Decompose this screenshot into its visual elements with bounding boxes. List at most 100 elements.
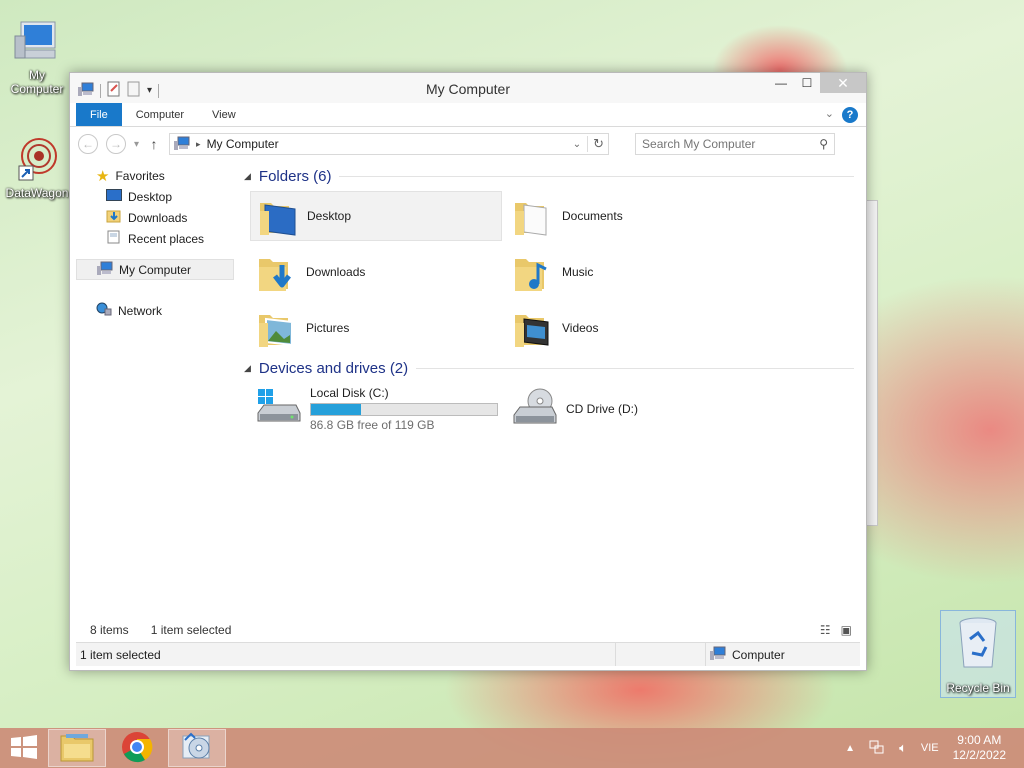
- taskbar-media-app[interactable]: [168, 729, 226, 767]
- explorer-window: ▾ My Computer — ☐ ✕ File Computer View ⌄…: [69, 72, 867, 671]
- drive-info: Local Disk (C:) 86.8 GB free of 119 GB: [310, 386, 498, 432]
- collapse-triangle-icon[interactable]: ◢: [244, 171, 251, 182]
- pictures-folder-icon: [256, 307, 298, 349]
- folder-music[interactable]: Music: [506, 247, 758, 297]
- computer-small-icon: [97, 261, 113, 278]
- clock[interactable]: 9:00 AM 12/2/2022: [953, 733, 1006, 763]
- desktop-icon-recycle-bin[interactable]: Recycle Bin: [940, 610, 1016, 698]
- media-disc-icon: [181, 732, 213, 765]
- window-controls: — ☐ ✕: [768, 73, 866, 93]
- address-bar[interactable]: ▸ My Computer ⌄ ↻: [169, 133, 610, 155]
- nav-label: Network: [118, 303, 163, 318]
- hard-drive-icon: [256, 387, 302, 432]
- folder-label: Documents: [562, 209, 623, 223]
- back-button[interactable]: ←: [78, 134, 98, 154]
- breadcrumb-separator-icon[interactable]: ▸: [196, 139, 201, 150]
- window-title: My Computer: [425, 81, 511, 97]
- selection-count: 1 item selected: [150, 623, 232, 637]
- folders-grid: Desktop Documents Downloads Music Pictur…: [240, 191, 860, 353]
- item-count: 8 items: [90, 623, 129, 637]
- star-icon: ★: [96, 167, 110, 185]
- drive-usage-bar: [310, 403, 498, 416]
- nav-recent-places[interactable]: Recent places: [76, 228, 234, 249]
- start-button[interactable]: [0, 728, 48, 768]
- help-icon[interactable]: ?: [842, 107, 858, 123]
- details-view-icon[interactable]: ☷: [820, 623, 831, 637]
- computer-small-icon: [174, 136, 190, 153]
- ribbon-tabs: File Computer View ⌄ ?: [70, 103, 866, 127]
- drive-cd-d[interactable]: CD Drive (D:): [506, 383, 758, 435]
- tab-view[interactable]: View: [198, 103, 250, 126]
- nav-downloads[interactable]: Downloads: [76, 207, 234, 228]
- nav-label: Recent places: [128, 231, 205, 246]
- volume-icon[interactable]: 🔈︎: [899, 740, 907, 756]
- details-spacer: [616, 643, 706, 666]
- details-location: Computer: [706, 646, 785, 663]
- breadcrumb-my-computer[interactable]: My Computer: [207, 137, 279, 151]
- search-input[interactable]: [642, 137, 820, 151]
- title-bar[interactable]: ▾ My Computer — ☐ ✕: [70, 73, 866, 103]
- group-title: Folders (6): [258, 167, 332, 185]
- close-button[interactable]: ✕: [820, 73, 866, 93]
- up-button[interactable]: ↑: [147, 136, 161, 152]
- refresh-button[interactable]: ↻: [587, 136, 604, 152]
- forward-button[interactable]: →: [106, 134, 126, 154]
- folder-desktop[interactable]: Desktop: [250, 191, 502, 241]
- clock-time: 9:00 AM: [957, 733, 1002, 747]
- music-folder-icon: [512, 251, 554, 293]
- folder-videos[interactable]: Videos: [506, 303, 758, 353]
- downloads-small-icon: [106, 209, 122, 226]
- collapse-triangle-icon[interactable]: ◢: [244, 363, 251, 374]
- folder-label: Desktop: [307, 209, 352, 223]
- show-hidden-icons-icon[interactable]: ▲: [845, 743, 855, 754]
- tab-computer[interactable]: Computer: [122, 103, 198, 126]
- search-box[interactable]: ⚲: [635, 133, 836, 155]
- computer-icon: [13, 18, 61, 66]
- location-label: Computer: [732, 647, 785, 662]
- nav-my-computer[interactable]: My Computer: [76, 259, 234, 280]
- group-divider: [339, 175, 854, 177]
- desktop-icon-datawagon[interactable]: DataWagon: [2, 136, 72, 200]
- folders-group-header[interactable]: ◢ Folders (6): [240, 165, 860, 187]
- windows-logo-icon: [10, 734, 38, 762]
- system-tray: ▲ 🔈︎ VIE 9:00 AM 12/2/2022: [845, 728, 1024, 768]
- nav-favorites[interactable]: ★ Favorites: [76, 165, 234, 186]
- address-dropdown-chevron-icon[interactable]: ⌄: [573, 139, 581, 150]
- devices-group-header[interactable]: ◢ Devices and drives (2): [240, 357, 860, 379]
- status-row: 8 items 1 item selected ☷ ▣: [76, 620, 860, 640]
- drive-local-disk-c[interactable]: Local Disk (C:) 86.8 GB free of 119 GB: [250, 383, 502, 435]
- language-indicator[interactable]: VIE: [921, 742, 939, 754]
- drive-name: Local Disk (C:): [310, 386, 389, 400]
- maximize-button[interactable]: ☐: [794, 73, 820, 93]
- taskbar: ▲ 🔈︎ VIE 9:00 AM 12/2/2022: [0, 728, 1024, 768]
- network-icon: [96, 302, 112, 319]
- taskbar-file-explorer[interactable]: [48, 729, 106, 767]
- recycle-bin-icon: [954, 615, 1002, 668]
- minimize-button[interactable]: —: [768, 73, 794, 93]
- folder-pictures[interactable]: Pictures: [250, 303, 502, 353]
- folder-downloads[interactable]: Downloads: [250, 247, 502, 297]
- large-icons-view-icon[interactable]: ▣: [841, 623, 852, 637]
- taskbar-chrome[interactable]: [108, 729, 166, 767]
- expand-ribbon-chevron-icon[interactable]: ⌄: [825, 107, 834, 120]
- recent-locations-chevron-icon[interactable]: ▾: [134, 139, 139, 150]
- nav-desktop[interactable]: Desktop: [76, 186, 234, 207]
- content-pane: ◢ Folders (6) Desktop Documents Download…: [240, 165, 860, 625]
- computer-small-icon: [710, 646, 726, 663]
- folder-documents[interactable]: Documents: [506, 191, 758, 241]
- navigation-pane: ★ Favorites Desktop Downloads Recent pla…: [76, 165, 234, 625]
- drive-usage-fill: [311, 404, 362, 415]
- search-icon[interactable]: ⚲: [819, 137, 828, 151]
- desktop-icon-my-computer[interactable]: My Computer: [2, 18, 72, 96]
- tab-file[interactable]: File: [76, 103, 122, 126]
- downloads-folder-icon: [256, 251, 298, 293]
- network-tray-icon[interactable]: [869, 740, 885, 757]
- view-switcher: ☷ ▣: [820, 623, 852, 637]
- clock-date: 12/2/2022: [952, 748, 1006, 762]
- documents-folder-icon: [512, 195, 554, 237]
- desktop-icon-label: DataWagon: [5, 186, 69, 200]
- desktop-folder-icon: [257, 195, 299, 237]
- datawagon-icon: [13, 136, 61, 184]
- nav-network[interactable]: Network: [76, 300, 234, 321]
- desktop-small-icon: [106, 189, 122, 204]
